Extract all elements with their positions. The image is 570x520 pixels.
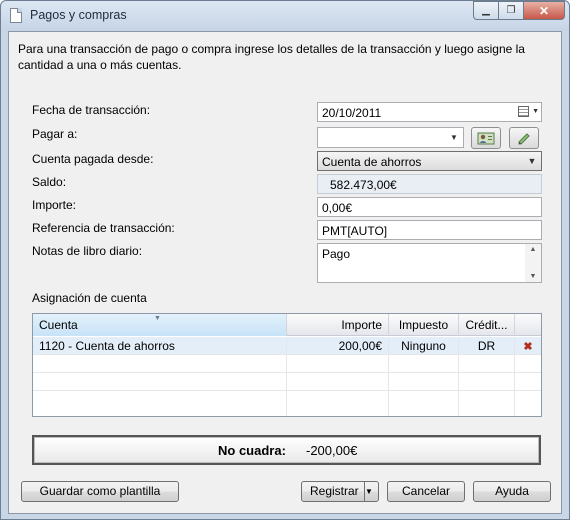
chevron-down-icon[interactable]: ▼ — [447, 130, 461, 144]
cell-credit: DR — [459, 337, 515, 355]
delete-row-button[interactable]: ✖ — [515, 337, 541, 355]
balance-value: 582.473,00€ — [330, 178, 397, 192]
notes-label: Notas de libro diario: — [32, 244, 143, 258]
sort-indicator-icon: ▼ — [154, 315, 161, 322]
empty-cell — [389, 391, 459, 416]
empty-cell — [459, 355, 515, 373]
empty-cell — [33, 391, 287, 416]
register-label: Registrar — [310, 484, 359, 498]
empty-cell — [389, 355, 459, 373]
close-button[interactable]: ✕ — [523, 1, 565, 20]
chevron-down-icon[interactable]: ▼ — [532, 108, 539, 115]
cell-account: 1120 - Cuenta de ahorros — [33, 337, 287, 355]
chevron-down-icon[interactable]: ▼ — [525, 154, 539, 168]
amount-label: Importe: — [32, 198, 77, 212]
paid-from-combo[interactable]: Cuenta de ahorros ▼ — [317, 151, 542, 171]
notes-textarea[interactable]: Pago ▲ ▼ — [317, 243, 542, 283]
balance-label: Saldo: — [32, 175, 67, 189]
out-of-balance-value: -200,00€ — [306, 443, 358, 458]
document-icon — [10, 8, 22, 23]
empty-cell — [287, 391, 389, 416]
table-row[interactable]: 1120 - Cuenta de ahorros 200,00€ Ninguno… — [33, 337, 541, 355]
table-row[interactable] — [33, 391, 541, 416]
date-value: 20/10/2011 — [322, 106, 382, 120]
minimize-button[interactable]: ▁ — [473, 1, 499, 20]
edit-pencil-icon — [518, 133, 530, 145]
notes-scrollbar[interactable]: ▲ ▼ — [525, 244, 541, 282]
empty-cell — [459, 391, 515, 416]
allocation-grid: Cuenta ▼ Importe Impuesto Crédit... 1120… — [32, 313, 542, 417]
column-header-actions — [515, 314, 541, 336]
amount-value: 0,00€ — [322, 201, 353, 215]
pay-to-label: Pagar a: — [32, 127, 78, 141]
empty-cell — [287, 373, 389, 391]
help-button[interactable]: Ayuda — [473, 481, 551, 502]
empty-cell — [459, 373, 515, 391]
grid-header: Cuenta ▼ Importe Impuesto Crédit... — [33, 314, 541, 336]
cell-tax: Ninguno — [389, 337, 459, 355]
column-header-credit[interactable]: Crédit... — [459, 314, 515, 336]
paid-from-value: Cuenta de ahorros — [322, 155, 422, 169]
contact-card-icon — [477, 132, 495, 145]
table-row[interactable] — [33, 355, 541, 373]
date-field[interactable]: 20/10/2011 ▼ — [317, 102, 542, 122]
intro-text: Para una transacción de pago o compra in… — [18, 42, 525, 72]
chevron-down-icon[interactable]: ▼ — [364, 482, 378, 501]
empty-cell — [33, 355, 287, 373]
empty-cell — [389, 373, 459, 391]
delete-x-icon: ✖ — [523, 341, 533, 353]
reference-value: PMT[AUTO] — [322, 224, 388, 238]
reference-label: Referencia de transacción: — [32, 221, 175, 235]
date-label: Fecha de transacción: — [32, 103, 151, 117]
column-header-amount[interactable]: Importe — [287, 314, 389, 336]
calendar-icon[interactable] — [518, 106, 529, 117]
balance-field: 582.473,00€ — [317, 174, 542, 194]
out-of-balance-label: No cuadra: — [218, 443, 286, 458]
edit-button[interactable] — [509, 127, 539, 149]
maximize-button[interactable]: ❐ — [498, 1, 524, 20]
notes-value: Pago — [322, 247, 351, 261]
column-header-tax[interactable]: Impuesto — [389, 314, 459, 336]
empty-cell — [287, 355, 389, 373]
out-of-balance-bar: No cuadra: -200,00€ — [32, 435, 541, 465]
empty-cell — [33, 373, 287, 391]
payments-window: Pagos y compras ▁ ❐ ✕ Para una transacci… — [0, 0, 570, 520]
cancel-button[interactable]: Cancelar — [387, 481, 465, 502]
amount-field[interactable]: 0,00€ — [317, 197, 542, 217]
table-row[interactable] — [33, 373, 541, 391]
register-button[interactable]: Registrar ▼ — [301, 481, 379, 502]
reference-field[interactable]: PMT[AUTO] — [317, 220, 542, 240]
cell-amount: 200,00€ — [287, 337, 389, 355]
title-bar[interactable]: Pagos y compras ▁ ❐ ✕ — [1, 1, 569, 31]
allocation-title: Asignación de cuenta — [32, 291, 147, 305]
pay-to-combo[interactable]: ▼ — [317, 127, 464, 148]
dialog-content: Para una transacción de pago o compra in… — [8, 31, 562, 514]
window-title: Pagos y compras — [30, 8, 127, 22]
scroll-down-icon[interactable]: ▼ — [530, 273, 537, 280]
save-as-template-button[interactable]: Guardar como plantilla — [21, 481, 179, 502]
paid-from-label: Cuenta pagada desde: — [32, 152, 154, 166]
contact-card-button[interactable] — [471, 127, 501, 149]
scroll-up-icon[interactable]: ▲ — [530, 246, 537, 253]
